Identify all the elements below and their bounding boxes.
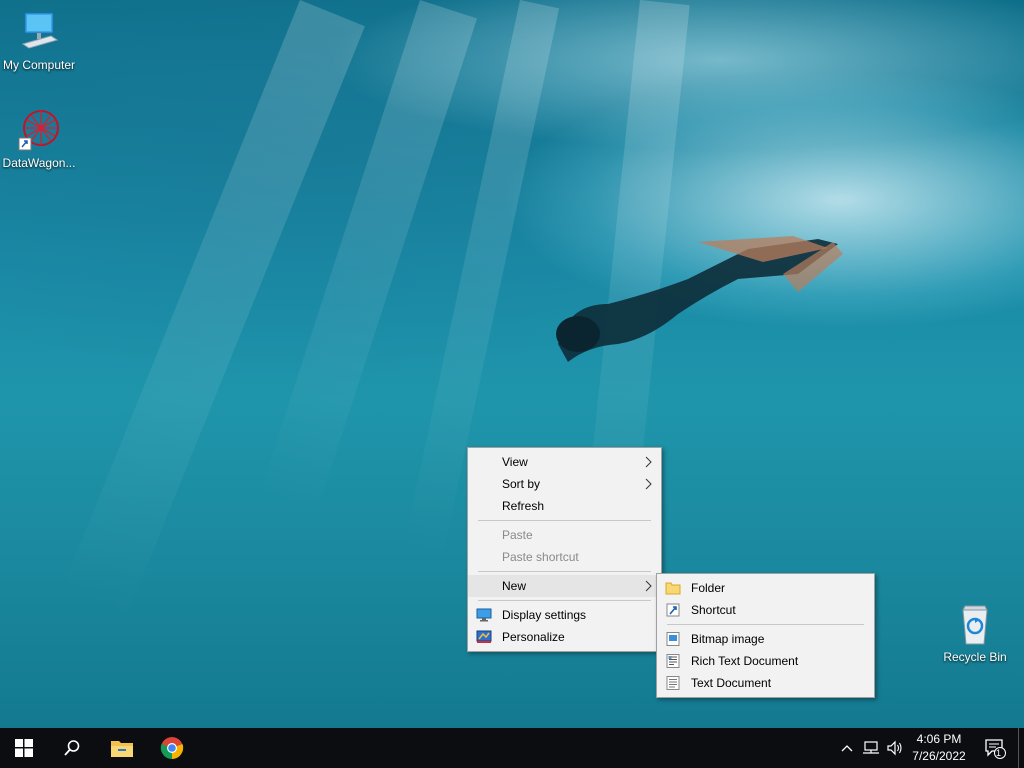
desktop-icon-label: Recycle Bin: [943, 650, 1007, 664]
desktop-icon-datawagon[interactable]: DataWagon...: [0, 108, 78, 170]
clock-date: 7/26/2022: [912, 749, 966, 763]
submenu-item-text-document[interactable]: Text Document: [657, 672, 874, 694]
start-icon: [15, 739, 33, 757]
menu-item-display-settings[interactable]: Display settings: [468, 604, 661, 626]
display-settings-icon: [476, 608, 492, 622]
file-explorer-icon: [111, 741, 133, 757]
file-explorer-button[interactable]: [98, 728, 146, 768]
submenu-item-label: Rich Text Document: [691, 654, 799, 668]
submenu-item-folder[interactable]: Folder: [657, 577, 874, 599]
desktop-icon-label: My Computer: [2, 58, 76, 72]
menu-separator: [478, 571, 651, 572]
new-submenu: Folder Shortcut Bitmap image Rich Text D…: [656, 573, 875, 698]
desktop-icon-label: DataWagon...: [2, 156, 76, 170]
menu-separator: [478, 600, 651, 601]
menu-item-view[interactable]: View: [468, 451, 661, 473]
menu-item-sort-by[interactable]: Sort by: [468, 473, 661, 495]
notification-count-badge: 1: [996, 748, 1002, 758]
submenu-item-label: Shortcut: [691, 603, 736, 617]
desktop-icon-my-computer[interactable]: My Computer: [0, 10, 78, 72]
menu-item-paste: Paste: [468, 524, 661, 546]
menu-item-label: Paste: [502, 528, 533, 542]
submenu-item-bitmap-image[interactable]: Bitmap image: [657, 628, 874, 650]
menu-item-label: Sort by: [502, 477, 541, 491]
show-hidden-icons-button[interactable]: [838, 728, 856, 768]
clock-time: 4:06 PM: [916, 732, 962, 746]
text-document-icon: [666, 676, 680, 690]
desktop-context-menu: View Sort by Refresh Paste Paste shortcu…: [467, 447, 662, 652]
system-clock[interactable]: 4:06 PM 7/26/2022: [902, 731, 976, 765]
submenu-item-rich-text-document[interactable]: Rich Text Document: [657, 650, 874, 672]
computer-icon: [17, 10, 61, 54]
shortcut-icon: [666, 603, 680, 617]
chrome-button[interactable]: [148, 728, 196, 768]
chevron-right-icon: [645, 580, 652, 592]
network-icon: [863, 741, 879, 754]
recycle-bin-icon: [953, 602, 997, 646]
taskbar: 4:06 PM 7/26/2022 1: [0, 728, 1024, 768]
submenu-item-shortcut[interactable]: Shortcut: [657, 599, 874, 621]
network-button[interactable]: [860, 728, 882, 768]
chevron-up-icon: [841, 745, 853, 752]
search-button[interactable]: [48, 728, 96, 768]
menu-item-label: Refresh: [502, 499, 545, 513]
chrome-icon: [160, 737, 184, 759]
datawagon-app-icon: [17, 108, 61, 152]
menu-item-label: New: [502, 579, 527, 593]
start-button[interactable]: [0, 728, 48, 768]
personalize-icon: [476, 630, 492, 643]
menu-item-label: Display settings: [502, 608, 587, 622]
submenu-item-label: Text Document: [691, 676, 772, 690]
folder-icon: [665, 582, 681, 595]
diver-silhouette: [556, 236, 843, 362]
menu-item-new[interactable]: New: [468, 575, 661, 597]
menu-separator: [667, 624, 864, 625]
bitmap-image-icon: [666, 632, 680, 646]
rich-text-document-icon: [666, 654, 680, 668]
menu-item-label: Personalize: [502, 630, 565, 644]
menu-separator: [478, 520, 651, 521]
submenu-item-label: Bitmap image: [691, 632, 765, 646]
search-icon: [64, 740, 80, 756]
chevron-right-icon: [645, 478, 652, 490]
desktop-icon-recycle-bin[interactable]: Recycle Bin: [936, 602, 1014, 664]
notifications-button[interactable]: 1: [978, 728, 1012, 768]
chevron-right-icon: [645, 456, 652, 468]
menu-item-label: Paste shortcut: [502, 550, 579, 564]
menu-item-refresh[interactable]: Refresh: [468, 495, 661, 517]
show-desktop-button[interactable]: [1018, 728, 1024, 768]
notification-icon: [985, 739, 1006, 759]
menu-item-paste-shortcut: Paste shortcut: [468, 546, 661, 568]
submenu-item-label: Folder: [691, 581, 726, 595]
menu-item-personalize[interactable]: Personalize: [468, 626, 661, 648]
menu-item-label: View: [502, 455, 528, 469]
